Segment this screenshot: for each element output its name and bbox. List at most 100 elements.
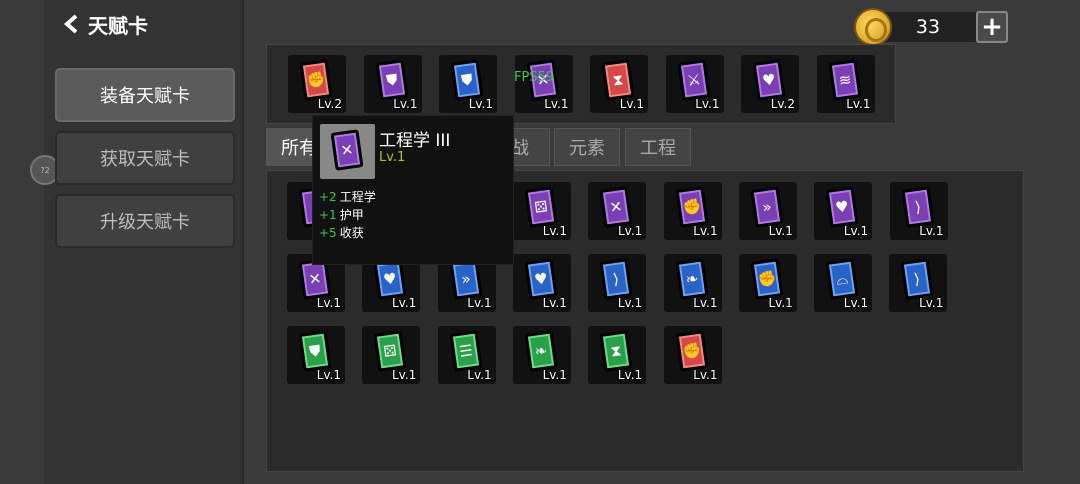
back-button[interactable]: 天赋卡 [62, 10, 148, 38]
talent-card[interactable]: ⛊ Lv.1 [439, 55, 497, 113]
stat-value: +5 [319, 226, 337, 240]
card-level: Lv.1 [542, 224, 567, 238]
tooltip-stat: +1 护甲 [319, 206, 364, 223]
talent-card[interactable]: ✕ Lv.1 [588, 182, 647, 240]
talent-card[interactable]: ☰ Lv.1 [437, 326, 496, 384]
tab-elements[interactable]: 元素 [554, 128, 620, 166]
dice-icon: ⚄ [373, 330, 407, 372]
add-coins-button[interactable]: + [976, 11, 1008, 43]
dice-icon: ⚄ [524, 186, 558, 228]
tab-engineering[interactable]: 工程 [625, 128, 691, 166]
talent-card[interactable]: ❧ Lv.1 [663, 254, 722, 312]
hourglass-icon: ⧗ [601, 59, 635, 101]
talent-card[interactable]: ⧗ Lv.1 [588, 326, 647, 384]
stat-label: 工程学 [339, 190, 376, 204]
hourglass-icon: ⧗ [599, 330, 633, 372]
stat-label: 收获 [339, 226, 364, 240]
card-level: Lv.1 [617, 224, 643, 238]
talent-card[interactable]: ⟩ Lv.1 [588, 254, 647, 312]
talent-card[interactable]: ⛊ Lv.1 [363, 55, 422, 113]
speed-icon: » [750, 186, 784, 228]
talent-card[interactable]: ⧗ Lv.1 [590, 55, 648, 113]
card-level: Lv.1 [467, 368, 492, 382]
talent-card[interactable]: » Lv.1 [738, 182, 797, 240]
sword-icon: ⚔ [676, 59, 711, 101]
card-level: Lv.1 [467, 296, 492, 310]
talent-card[interactable]: ♥ Lv.1 [512, 254, 571, 312]
card-level: Lv.1 [693, 296, 718, 310]
fps-counter: FPS59 [514, 70, 555, 85]
card-level: Lv.1 [843, 224, 869, 238]
talent-card[interactable]: ⛊ Lv.1 [287, 326, 345, 384]
card-level: Lv.1 [542, 296, 567, 310]
talent-card[interactable]: ❧ Lv.1 [512, 326, 571, 384]
card-level: Lv.1 [693, 368, 718, 382]
card-level: Lv.1 [544, 97, 569, 111]
sidebar-item-equip[interactable]: 装备天赋卡 [55, 68, 235, 122]
equipped-cards-panel [266, 44, 896, 124]
talent-card[interactable]: ✊ Lv.1 [663, 326, 722, 384]
card-level: Lv.1 [393, 97, 418, 111]
talent-card[interactable]: ⌓ Lv.1 [814, 254, 873, 312]
page-title: 天赋卡 [88, 13, 148, 38]
shield-icon: ⛊ [450, 59, 484, 101]
card-level: Lv.1 [542, 368, 567, 382]
card-level: Lv.1 [619, 97, 644, 111]
card-level: Lv.1 [693, 224, 718, 238]
wifi-icon: ≋ [827, 59, 862, 101]
card-level: Lv.1 [617, 368, 643, 382]
talent-card[interactable]: ⚔ Lv.1 [665, 55, 724, 113]
stat-value: +2 [319, 190, 337, 204]
bow-icon: ⟩ [900, 186, 935, 228]
coin-amount: 33 [915, 16, 941, 38]
heart-icon: ♥ [524, 258, 558, 300]
talent-card[interactable]: ✊ Lv.1 [663, 182, 722, 240]
fist-icon: ✊ [750, 258, 784, 300]
fist-icon: ✊ [299, 59, 333, 101]
tooltip-title: 工程学 III [379, 131, 451, 151]
fist-icon: ✊ [675, 186, 709, 228]
talent-card[interactable]: ⟩ Lv.1 [889, 254, 948, 312]
sidebar-item-obtain[interactable]: 获取天赋卡 [55, 131, 235, 185]
sidebar-item-upgrade[interactable]: 升级天赋卡 [55, 194, 235, 248]
stat-label: 护甲 [339, 208, 364, 222]
stat-value: +1 [319, 208, 337, 222]
tooltip-card-thumb: ✕ [320, 124, 375, 179]
coin-counter: 33 [878, 12, 978, 42]
talent-card[interactable]: ♥ Lv.1 [814, 182, 873, 240]
chevron-left-icon [63, 14, 78, 34]
card-level: Lv.1 [468, 97, 493, 111]
fist-icon: ✊ [674, 330, 709, 372]
talent-card[interactable]: ≋ Lv.1 [816, 55, 875, 113]
card-level: Lv.1 [768, 296, 793, 310]
card-level: Lv.1 [316, 296, 341, 310]
tooltip-stat: +5 收获 [319, 224, 364, 241]
feather-icon: ❧ [524, 330, 558, 372]
bow-icon: ⟩ [900, 258, 934, 300]
card-level: Lv.2 [770, 97, 795, 111]
card-level: Lv.1 [919, 296, 944, 310]
feather-icon: ❧ [674, 258, 709, 300]
talent-card[interactable]: ⚄ Lv.1 [513, 182, 571, 240]
talent-card[interactable]: ⚄ Lv.1 [362, 326, 421, 384]
book-icon: ☰ [449, 330, 483, 372]
talent-card[interactable]: ♥ Lv.2 [741, 55, 799, 113]
bow-icon: ⟩ [599, 258, 633, 300]
wrench-icon: ✕ [599, 186, 633, 228]
helmet-icon: ⌓ [825, 258, 859, 300]
talent-card[interactable]: ✊ Lv.1 [738, 254, 797, 312]
wrench-icon: ✕ [330, 129, 364, 171]
card-level: Lv.1 [768, 224, 793, 238]
card-level: Lv.1 [316, 368, 341, 382]
tooltip-level: Lv.1 [379, 150, 406, 165]
card-level: Lv.2 [317, 97, 342, 111]
card-level: Lv.1 [617, 296, 643, 310]
coin-icon [854, 8, 892, 46]
card-level: Lv.1 [695, 97, 720, 111]
shield-icon: ⛊ [298, 330, 332, 372]
talent-card[interactable]: ✊ Lv.2 [288, 55, 346, 113]
card-level: Lv.1 [391, 296, 417, 310]
heart-plus-icon: ♥ [752, 59, 786, 101]
talent-card[interactable]: ⟩ Lv.1 [889, 182, 948, 240]
card-level: Lv.1 [843, 296, 869, 310]
